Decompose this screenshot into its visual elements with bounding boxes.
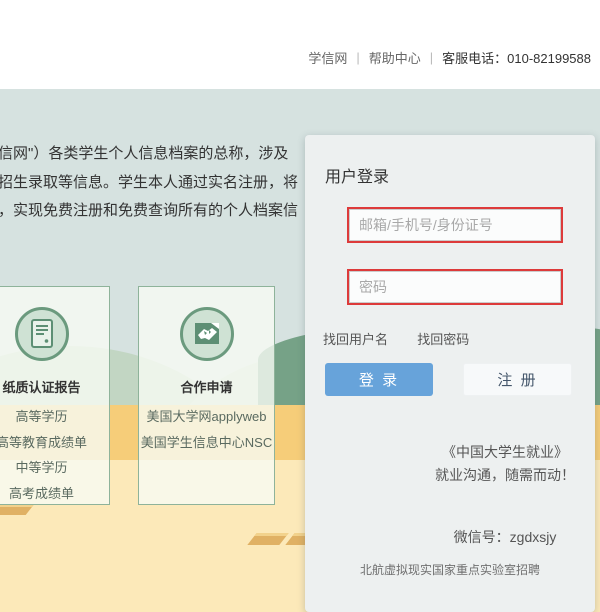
password-input[interactable] <box>349 271 561 303</box>
promo-slogan: 就业沟通，随需而动！ <box>405 464 600 487</box>
account-field-wrapper <box>347 207 563 243</box>
separator: | <box>430 50 433 65</box>
intro-line: 信网"）各类学生个人信息档案的总称，涉及 <box>0 140 320 169</box>
card-item-list: 美国大学网applyweb 美国学生信息中心NSC <box>139 404 274 455</box>
card-link-higher-transcript[interactable]: 高等教育成绩单 <box>0 430 109 456</box>
account-input[interactable] <box>349 209 561 241</box>
card-link-nsc[interactable]: 美国学生信息中心NSC <box>139 430 274 456</box>
card-title: 纸质认证报告 <box>0 377 109 396</box>
find-username-link[interactable]: 找回用户名 <box>323 332 388 347</box>
login-button[interactable]: 登 录 <box>325 363 433 396</box>
login-title: 用户登录 <box>325 163 389 187</box>
password-field-wrapper <box>347 269 563 305</box>
card-link-secondary-education[interactable]: 中等学历 <box>0 455 109 481</box>
service-phone: 客服电话：010-82199588 <box>442 48 591 67</box>
report-icon <box>15 307 69 361</box>
news-link[interactable]: 北航虚拟现实国家重点实验室招聘 <box>325 561 575 578</box>
card-link-applyweb[interactable]: 美国大学网applyweb <box>139 404 274 430</box>
help-center-link[interactable]: 帮助中心 <box>369 48 421 67</box>
card-link-higher-education[interactable]: 高等学历 <box>0 404 109 430</box>
separator: | <box>356 50 359 65</box>
header-links: 学信网 | 帮助中心 | 客服电话：010-82199588 <box>308 48 591 67</box>
card-link-gaokao-transcript[interactable]: 高考成绩单 <box>0 481 109 507</box>
wechat-id: 微信号：zgdxsjy <box>405 527 600 547</box>
site-home-link[interactable]: 学信网 <box>308 48 347 67</box>
handshake-icon <box>180 307 234 361</box>
find-password-link[interactable]: 找回密码 <box>417 332 469 347</box>
intro-paragraph: 信网"）各类学生个人信息档案的总称，涉及 招生录取等信息。学生本人通过实名注册，… <box>0 140 320 226</box>
intro-line: 招生录取等信息。学生本人通过实名注册，将 <box>0 169 320 198</box>
register-button[interactable]: 注 册 <box>463 363 572 396</box>
promo-title: 《中国大学生就业》 <box>405 441 600 464</box>
paper-report-card: 纸质认证报告 高等学历 高等教育成绩单 中等学历 高考成绩单 <box>0 286 110 505</box>
top-header: 学信网 | 帮助中心 | 客服电话：010-82199588 <box>0 0 600 89</box>
intro-line: ，实现免费注册和免费查询所有的个人档案信 <box>0 197 320 226</box>
login-panel: 用户登录 找回用户名 找回密码 登 录 注 册 《中国大学生就业》 就业沟通，随… <box>305 135 595 612</box>
cooperation-card: 合作申请 美国大学网applyweb 美国学生信息中心NSC <box>138 286 275 505</box>
card-item-list: 高等学历 高等教育成绩单 中等学历 高考成绩单 <box>0 404 109 506</box>
card-title: 合作申请 <box>139 377 274 396</box>
promo-block: 《中国大学生就业》 就业沟通，随需而动！ <box>405 441 600 487</box>
recovery-links: 找回用户名 找回密码 <box>323 329 469 348</box>
